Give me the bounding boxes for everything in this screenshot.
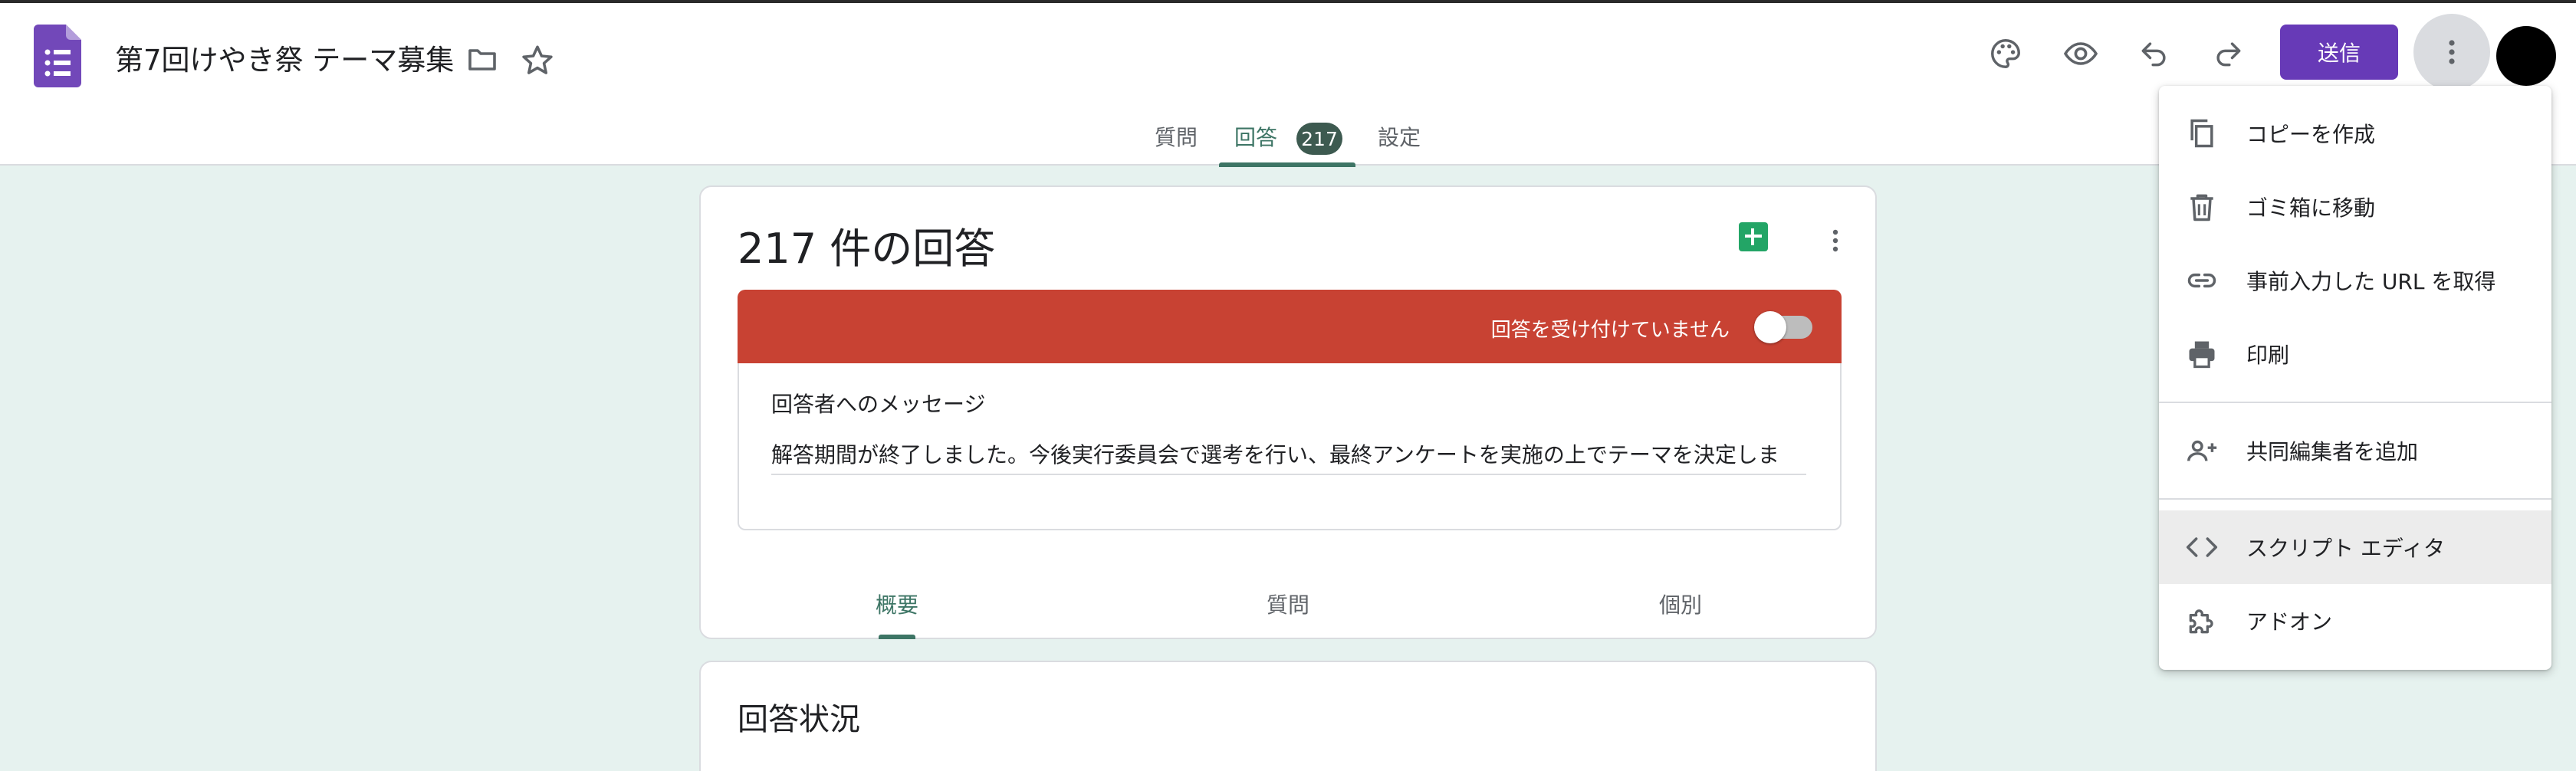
undo-button[interactable] xyxy=(2130,29,2179,78)
menu-item-add-collaborators[interactable]: 共同編集者を追加 xyxy=(2159,414,2551,487)
menu-item-label: 事前入力した URL を取得 xyxy=(2246,269,2496,294)
forms-logo-icon[interactable] xyxy=(34,25,81,87)
sheets-icon[interactable] xyxy=(1739,222,1768,251)
menu-divider xyxy=(2159,498,2551,500)
message-input-underline xyxy=(771,474,1806,475)
trash-icon xyxy=(2183,189,2220,225)
not-accepting-banner: 回答を受け付けていません xyxy=(738,290,1842,363)
accepting-responses-label: 回答を受け付けていません xyxy=(1490,319,1730,342)
tab-responses[interactable]: 回答 xyxy=(1234,121,1277,152)
menu-item-label: スクリプト エディタ xyxy=(2246,536,2445,561)
menu-item-move-to-trash[interactable]: ゴミ箱に移動 xyxy=(2159,170,2551,244)
star-icon[interactable] xyxy=(518,41,557,80)
palette-icon xyxy=(1991,39,2020,68)
menu-item-print[interactable]: 印刷 xyxy=(2159,317,2551,391)
menu-item-label: アドオン xyxy=(2246,609,2333,635)
responses-more-button[interactable] xyxy=(1820,225,1851,256)
tab-questions[interactable]: 質問 xyxy=(1155,121,1198,152)
link-icon xyxy=(2183,262,2220,299)
more-vert-icon xyxy=(2449,40,2455,64)
tab-question[interactable]: 質問 xyxy=(1267,589,1309,619)
respondent-message-box: 回答者へのメッセージ 解答期間が終了しました。今後実行委員会で選考を行い、最終ア… xyxy=(738,363,1842,530)
response-status-title: 回答状況 xyxy=(738,702,860,737)
eye-icon xyxy=(2063,42,2098,65)
more-options-button[interactable] xyxy=(2413,14,2490,90)
more-vert-icon xyxy=(1832,229,1838,252)
send-button[interactable]: 送信 xyxy=(2280,25,2398,80)
respondent-message-label: 回答者へのメッセージ xyxy=(771,392,986,417)
active-tab-indicator xyxy=(1219,162,1355,167)
responses-count-badge: 217 xyxy=(1296,123,1342,155)
puzzle-icon xyxy=(2183,602,2220,639)
print-icon xyxy=(2183,336,2220,372)
menu-divider xyxy=(2159,402,2551,403)
preview-button[interactable] xyxy=(2056,29,2105,78)
menu-item-script-editor[interactable]: スクリプト エディタ xyxy=(2159,510,2551,584)
menu-item-label: ゴミ箱に移動 xyxy=(2246,195,2376,221)
menu-item-add-ons[interactable]: アドオン xyxy=(2159,584,2551,658)
menu-item-label: コピーを作成 xyxy=(2246,122,2376,147)
palette-button[interactable] xyxy=(1981,29,2030,78)
folder-icon[interactable] xyxy=(464,41,501,78)
code-icon xyxy=(2183,529,2220,566)
menu-item-label: 印刷 xyxy=(2246,343,2290,368)
redo-icon xyxy=(2216,42,2241,67)
responses-count-title: 217 件の回答 xyxy=(738,225,996,273)
responses-card: 217 件の回答 回答を受け付けていません 回答者へのメッセージ 解答期間が終了… xyxy=(699,185,1877,639)
tab-summary[interactable]: 概要 xyxy=(876,589,918,619)
redo-button[interactable] xyxy=(2203,29,2252,78)
undo-icon xyxy=(2141,42,2166,67)
menu-item-make-copy[interactable]: コピーを作成 xyxy=(2159,97,2551,170)
active-subtab-indicator xyxy=(879,635,915,639)
menu-item-prefilled-url[interactable]: 事前入力した URL を取得 xyxy=(2159,244,2551,317)
more-options-menu: コピーを作成 ゴミ箱に移動 事前入力した URL を取得 印刷 共同編集者を追加… xyxy=(2159,86,2551,670)
form-title[interactable]: 第7回けやき祭 テーマ募集 xyxy=(115,37,454,78)
response-status-card: 回答状況 xyxy=(699,661,1877,771)
toggle-thumb[interactable] xyxy=(1754,311,1786,343)
tab-settings[interactable]: 設定 xyxy=(1378,121,1421,152)
menu-item-label: 共同編集者を追加 xyxy=(2246,439,2419,464)
add-collaborator-icon xyxy=(2183,432,2220,469)
respondent-message-input[interactable]: 解答期間が終了しました。今後実行委員会で選考を行い、最終アンケートを実施の上でテ… xyxy=(771,438,1806,472)
copy-icon xyxy=(2183,115,2220,152)
tab-individual[interactable]: 個別 xyxy=(1659,589,1702,619)
account-avatar[interactable] xyxy=(2496,26,2556,86)
